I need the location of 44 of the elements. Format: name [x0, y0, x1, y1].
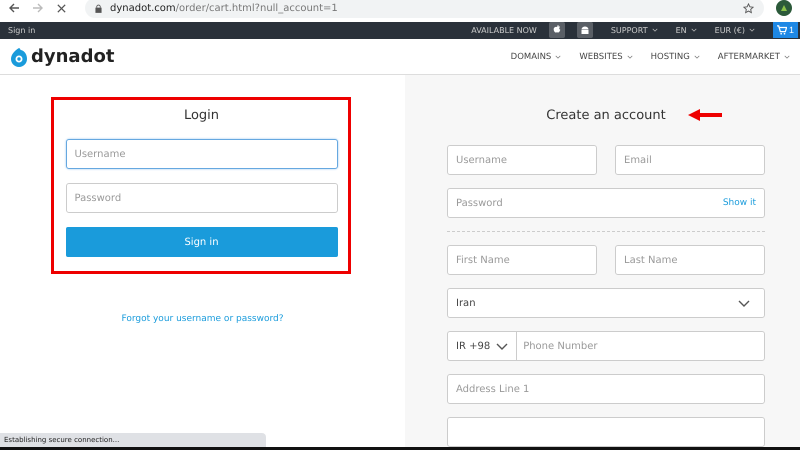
input-field[interactable]: Username	[66, 139, 338, 170]
cart-button[interactable]: 1	[772, 22, 798, 38]
phone-field[interactable]: Phone Number	[516, 331, 765, 362]
input-field[interactable]: Username	[447, 145, 597, 176]
login-title: Login	[182, 108, 220, 124]
apple-icon[interactable]	[548, 22, 565, 38]
caret-icon	[652, 28, 658, 32]
phone-code-select[interactable]: IR +98	[447, 331, 516, 362]
caret-icon	[690, 28, 697, 32]
logo-text[interactable]: dynadot	[31, 46, 114, 68]
lock-icon	[95, 4, 102, 12]
caret-icon	[748, 28, 755, 32]
nav-menu[interactable]: HOSTING	[650, 52, 700, 62]
chevron-down-icon	[738, 300, 750, 307]
create-account-title: Create an account	[546, 108, 666, 123]
logo-icon[interactable]	[10, 46, 28, 68]
available-now-label: AVAILABLE NOW	[471, 26, 537, 35]
dropdown-menu[interactable]: EN	[676, 26, 697, 35]
input-field[interactable]: Email	[615, 145, 765, 176]
sign-in-link[interactable]: Sign in	[8, 26, 36, 35]
input-field[interactable]: Last Name	[615, 245, 765, 276]
input-field[interactable]: Address Line 1	[447, 374, 765, 404]
dropdown-menu[interactable]: EUR (€)	[714, 26, 755, 35]
input-field[interactable]: Password	[66, 183, 338, 214]
nav-menu[interactable]: WEBSITES	[579, 52, 633, 62]
star-icon[interactable]	[743, 2, 754, 14]
caret-icon	[555, 54, 562, 59]
input-field[interactable]: First Name	[447, 245, 597, 276]
address-bar[interactable]: dynadot.com/order/cart.html?null_account=1	[85, 0, 764, 18]
caret-icon	[626, 54, 633, 59]
country-select[interactable]: Iran	[447, 288, 765, 318]
nav-menu[interactable]: AFTERMARKET	[718, 52, 790, 62]
chevron-down-icon	[496, 342, 508, 350]
close-icon[interactable]	[56, 2, 67, 14]
dropdown-menu[interactable]: SUPPORT	[610, 26, 658, 35]
back-icon[interactable]	[8, 2, 20, 14]
arrow-icon	[688, 109, 722, 122]
input-field[interactable]	[447, 417, 765, 448]
nav-menu[interactable]: DOMAINS	[510, 52, 562, 62]
caret-icon	[784, 54, 790, 59]
caret-icon	[694, 54, 700, 59]
cart-icon	[776, 25, 787, 36]
avatar-icon[interactable]	[776, 0, 792, 16]
android-icon[interactable]	[576, 22, 593, 38]
